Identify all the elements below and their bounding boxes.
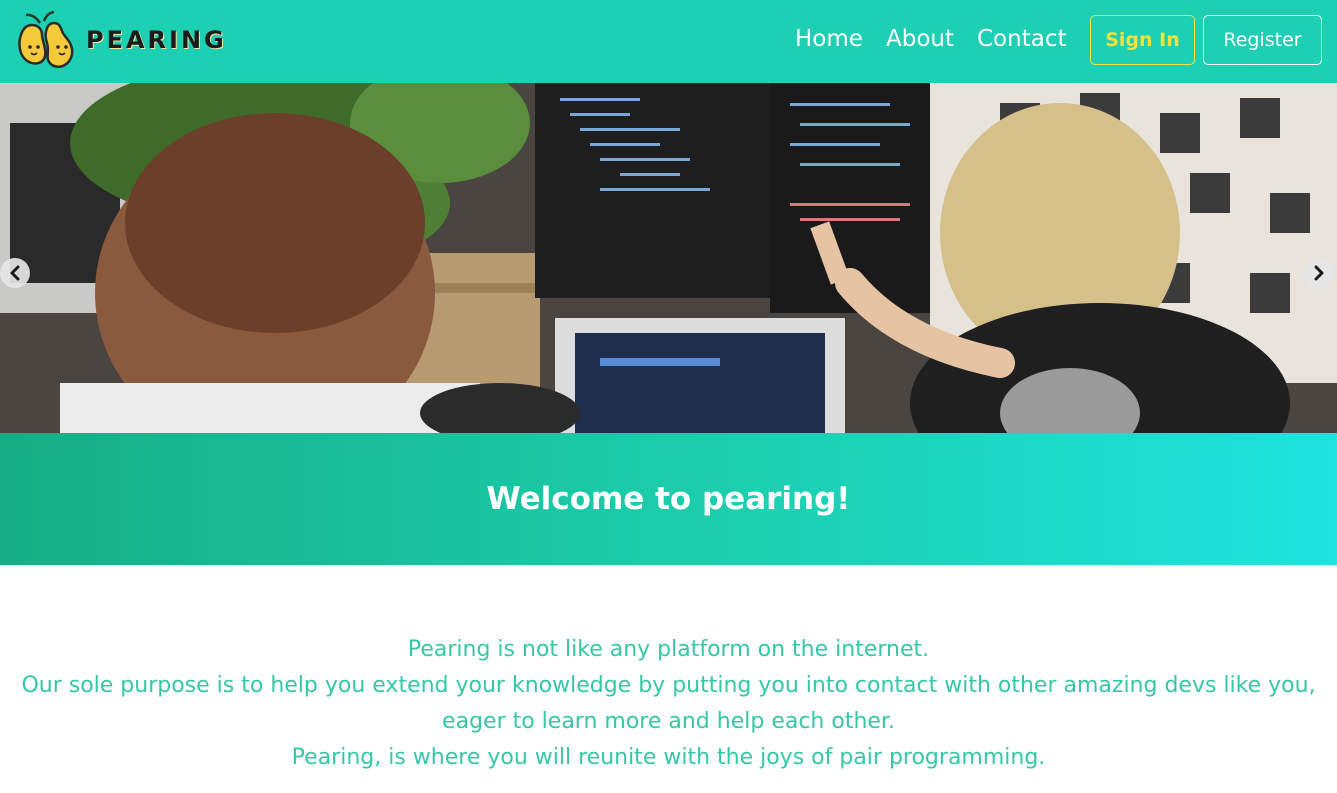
chevron-left-icon	[10, 265, 20, 281]
pear-logo-icon	[18, 11, 74, 68]
nav-home-link[interactable]: Home	[795, 26, 863, 52]
welcome-title: Welcome to pearing!	[486, 481, 851, 517]
brand-name: PEARING	[86, 26, 227, 54]
brand[interactable]: PEARING	[14, 11, 227, 69]
hero-carousel	[0, 83, 1337, 433]
navbar: PEARING Home About Contact Sign In Regis…	[0, 0, 1337, 83]
sign-in-button[interactable]: Sign In	[1090, 15, 1195, 65]
intro-line-2: Our sole purpose is to help you extend y…	[21, 673, 1316, 734]
carousel-next-button[interactable]	[1304, 258, 1334, 288]
register-button[interactable]: Register	[1203, 15, 1322, 65]
intro-section: Pearing is not like any platform on the …	[20, 632, 1317, 776]
nav-about-link[interactable]: About	[886, 26, 954, 52]
chevron-right-icon	[1314, 265, 1324, 281]
nav-contact-link[interactable]: Contact	[977, 26, 1066, 52]
intro-line-3: Pearing, is where you will reunite with …	[291, 745, 1046, 770]
intro-line-1: Pearing is not like any platform on the …	[407, 637, 930, 662]
carousel-prev-button[interactable]	[0, 258, 30, 288]
carousel-slide-image	[0, 83, 1337, 433]
welcome-banner: Welcome to pearing!	[0, 433, 1337, 565]
